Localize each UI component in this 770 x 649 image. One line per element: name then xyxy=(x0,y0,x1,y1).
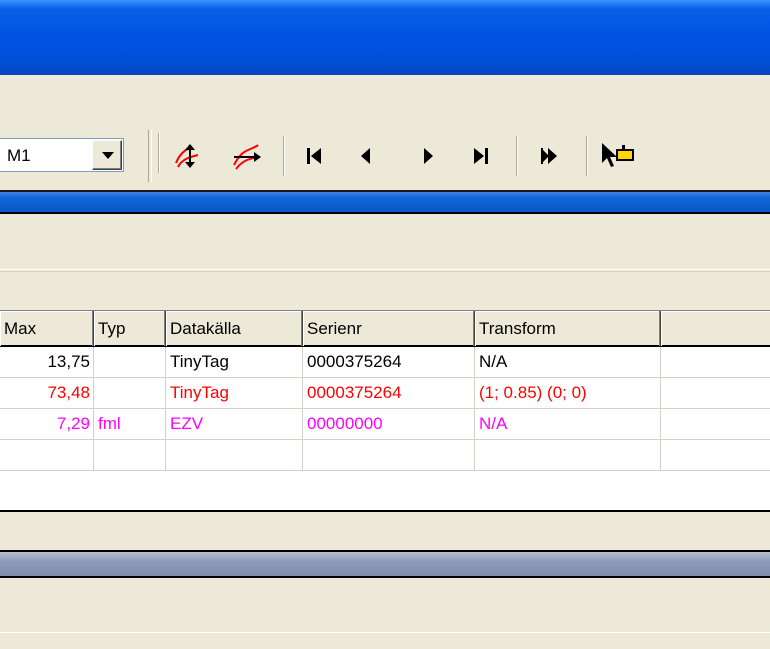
fast-forward-button[interactable] xyxy=(534,139,568,173)
panel-area xyxy=(0,214,770,270)
menu-bar xyxy=(0,75,770,121)
cell-transform[interactable]: N/A xyxy=(475,409,661,440)
last-icon xyxy=(474,148,488,164)
pointer-select-icon xyxy=(602,143,634,167)
toolbar-separator xyxy=(586,136,588,176)
unlink-channels-button[interactable] xyxy=(230,139,264,173)
toolbar-separator xyxy=(283,136,285,176)
cell-filler xyxy=(661,440,770,471)
cell-max[interactable]: 13,75 xyxy=(0,347,94,378)
table-row[interactable]: 13,75 TinyTag 0000375264 N/A xyxy=(0,347,770,378)
first-icon xyxy=(307,148,321,164)
cell-typ[interactable] xyxy=(94,440,166,471)
cell-typ[interactable]: fml xyxy=(94,409,166,440)
column-header-transform[interactable]: Transform xyxy=(475,311,661,346)
cell-source[interactable]: EZV xyxy=(166,409,303,440)
column-header-typ[interactable]: Typ xyxy=(94,311,166,346)
divider xyxy=(0,632,770,633)
panel-caption-bar xyxy=(0,190,770,214)
fast-forward-icon xyxy=(541,148,557,164)
divider xyxy=(0,190,770,192)
window-title-bar xyxy=(0,0,770,75)
cell-max[interactable]: 7,29 xyxy=(0,409,94,440)
cell-filler xyxy=(661,347,770,378)
cell-source[interactable] xyxy=(166,440,303,471)
panel-area xyxy=(0,271,770,310)
panel-area xyxy=(0,578,770,649)
next-button[interactable] xyxy=(412,139,446,173)
toolbar-separator xyxy=(516,136,518,176)
first-button[interactable] xyxy=(300,139,334,173)
column-header-max[interactable]: Max xyxy=(0,311,94,346)
panel-area xyxy=(0,512,770,550)
cell-serial[interactable]: 0000375264 xyxy=(303,378,475,409)
chevron-down-icon xyxy=(102,152,114,159)
cell-transform[interactable]: N/A xyxy=(475,347,661,378)
cell-serial[interactable]: 00000000 xyxy=(303,409,475,440)
next-icon xyxy=(424,148,433,164)
cell-max[interactable] xyxy=(0,440,94,471)
toolbar-separator xyxy=(158,133,160,173)
channel-combo-value: M1 xyxy=(7,146,31,165)
cell-serial[interactable] xyxy=(303,440,475,471)
grid-header: Max Typ Datakälla Serienr Transform xyxy=(0,310,770,347)
column-header-filler xyxy=(661,311,770,346)
cell-filler xyxy=(661,378,770,409)
previous-icon xyxy=(361,148,370,164)
channel-combo[interactable]: M1 xyxy=(0,138,124,172)
link-channels-button[interactable] xyxy=(170,139,204,173)
cell-serial[interactable]: 0000375264 xyxy=(303,347,475,378)
cell-typ[interactable] xyxy=(94,378,166,409)
cell-transform[interactable] xyxy=(475,440,661,471)
column-header-source[interactable]: Datakälla xyxy=(166,311,303,346)
cell-filler xyxy=(661,409,770,440)
last-button[interactable] xyxy=(466,139,500,173)
unlink-channels-icon xyxy=(233,144,261,170)
previous-button[interactable] xyxy=(350,139,384,173)
channel-grid: Max Typ Datakälla Serienr Transform 13,7… xyxy=(0,310,770,512)
cell-transform[interactable]: (1; 0.85) (0; 0) xyxy=(475,378,661,409)
table-row[interactable] xyxy=(0,440,770,471)
cell-source[interactable]: TinyTag xyxy=(166,378,303,409)
combo-dropdown-button[interactable] xyxy=(92,140,122,170)
pointer-select-button[interactable] xyxy=(598,139,634,173)
column-header-serial[interactable]: Serienr xyxy=(303,311,475,346)
cell-max[interactable]: 73,48 xyxy=(0,378,94,409)
inactive-caption-bar xyxy=(0,550,770,578)
cell-typ[interactable] xyxy=(94,347,166,378)
link-channels-icon xyxy=(175,144,199,168)
table-row[interactable]: 73,48 TinyTag 0000375264 (1; 0.85) (0; 0) xyxy=(0,378,770,409)
table-row[interactable]: 7,29 fml EZV 00000000 N/A xyxy=(0,409,770,440)
toolbar-grip[interactable] xyxy=(148,130,152,182)
cell-source[interactable]: TinyTag xyxy=(166,347,303,378)
